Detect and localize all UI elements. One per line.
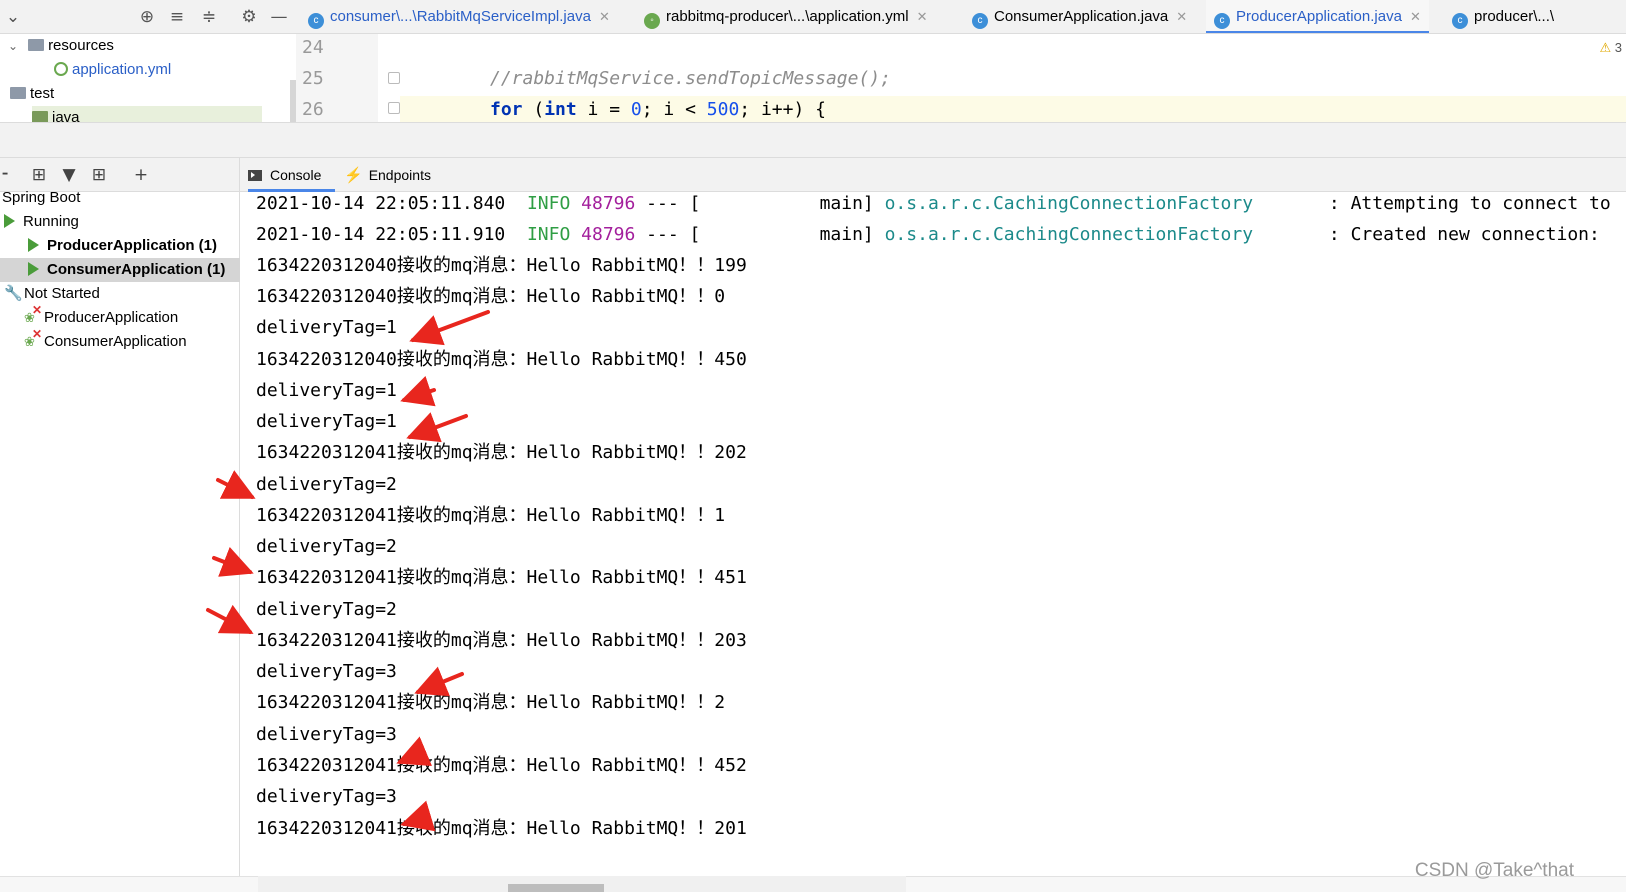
- output-line: 1634220312041接收的mq消息：Hello RabbitMQ！！201: [256, 818, 747, 839]
- collapse-icon[interactable]: ⁃: [0, 164, 16, 186]
- output-line: deliveryTag=2: [256, 599, 397, 620]
- tab-consumer-application[interactable]: c ConsumerApplication.java ✕: [972, 0, 1187, 33]
- output-line: 1634220312040接收的mq消息：Hello RabbitMQ！！0: [256, 286, 726, 307]
- warning-icon: ⚠: [1599, 40, 1612, 55]
- output-line: deliveryTag=1: [256, 411, 397, 432]
- output-line: 1634220312041接收的mq消息：Hello RabbitMQ！！2: [256, 692, 726, 713]
- output-line: 1634220312040接收的mq消息：Hello RabbitMQ！！199: [256, 255, 747, 276]
- play-icon: [4, 214, 15, 228]
- close-icon[interactable]: ✕: [1410, 9, 1421, 24]
- service-consumer-stopped[interactable]: ❀ ✕ ConsumerApplication: [0, 327, 240, 354]
- spring-stopped-icon: ❀ ✕: [24, 327, 43, 349]
- tab-application-yml[interactable]: ◦ rabbitmq-producer\...\application.yml ✕: [644, 0, 928, 33]
- output-line: deliveryTag=1: [256, 380, 397, 401]
- endpoints-icon: ⚡: [344, 167, 363, 184]
- filter-icon[interactable]: ▼: [58, 164, 80, 186]
- watermark: CSDN @Take^that: [1414, 860, 1574, 881]
- project-tree: ⌄ resources application.yml test java: [0, 34, 296, 122]
- play-icon: [28, 238, 39, 252]
- group-by-icon[interactable]: ⊞: [28, 164, 50, 186]
- editor-tab-bar: c consumer\...\RabbitMqServiceImpl.java ✕ …: [296, 0, 1626, 34]
- yml-icon: ◦: [644, 13, 660, 29]
- chevron-down-icon[interactable]: ⌄: [8, 39, 18, 53]
- collapse-all-icon[interactable]: ≑: [198, 6, 220, 28]
- close-icon[interactable]: ✕: [1176, 9, 1187, 24]
- output-line: deliveryTag=3: [256, 786, 397, 807]
- folder-icon: [32, 111, 48, 122]
- expand-all-icon[interactable]: ≡: [166, 6, 188, 28]
- class-icon: c: [1452, 13, 1468, 29]
- project-toolbar: ⌄ ⊕ ≡ ≑ ⚙ —: [0, 0, 296, 34]
- services-running-group[interactable]: Running: [0, 210, 240, 234]
- tree-item-java[interactable]: java: [32, 106, 262, 122]
- folder-icon: [28, 39, 45, 51]
- output-line: deliveryTag=2: [256, 536, 397, 557]
- line-number: 26: [302, 99, 324, 120]
- service-consumer-running[interactable]: ConsumerApplication (1): [0, 258, 240, 282]
- new-service-icon[interactable]: ⊞: [88, 164, 110, 186]
- services-root[interactable]: Spring Boot: [0, 186, 240, 210]
- output-line: deliveryTag=3: [256, 661, 397, 682]
- services-tree: Spring Boot Running ProducerApplication …: [0, 189, 240, 892]
- spring-class-icon: c: [972, 13, 988, 29]
- close-icon[interactable]: ✕: [599, 9, 610, 24]
- gear-icon[interactable]: ⚙: [238, 6, 260, 28]
- spring-class-icon: c: [1214, 13, 1230, 29]
- yml-file-icon: [54, 62, 68, 76]
- tree-item-application-yml[interactable]: application.yml: [54, 58, 171, 82]
- play-icon: [28, 262, 39, 276]
- output-line: 1634220312041接收的mq消息：Hello RabbitMQ！！203: [256, 630, 747, 651]
- scrollbar-thumb[interactable]: [508, 884, 604, 892]
- warning-indicator[interactable]: ⚠ 3: [1599, 40, 1622, 56]
- line-number: 24: [302, 37, 324, 58]
- log-line: 2021-10-14 22:05:11.910 INFO 48796 --- […: [256, 224, 1600, 245]
- output-line: deliveryTag=3: [256, 724, 397, 745]
- tree-item-test[interactable]: test: [10, 82, 54, 106]
- console-icon: [248, 170, 262, 181]
- output-line: 1634220312041接收的mq消息：Hello RabbitMQ！！451: [256, 567, 747, 588]
- tab-rabbitmq-service-impl[interactable]: c consumer\...\RabbitMqServiceImpl.java ✕: [308, 0, 610, 33]
- tab-producer-more[interactable]: c producer\...\: [1452, 0, 1554, 33]
- tab-producer-application[interactable]: c ProducerApplication.java ✕: [1206, 0, 1429, 33]
- code-line-26: for (int i = 0; i < 500; i++) {: [490, 99, 826, 120]
- fold-marker-icon[interactable]: [388, 72, 400, 84]
- add-icon[interactable]: +: [130, 164, 152, 186]
- close-icon[interactable]: ✕: [917, 9, 928, 24]
- locate-icon[interactable]: ⊕: [136, 6, 158, 28]
- log-line: 2021-10-14 22:05:11.840 INFO 48796 --- […: [256, 193, 1611, 214]
- folder-icon: [10, 87, 26, 99]
- console-output[interactable]: 2021-10-14 22:05:11.840 INFO 48796 --- […: [240, 192, 1626, 876]
- service-producer-running[interactable]: ProducerApplication (1): [0, 234, 240, 258]
- panel-divider[interactable]: [0, 122, 1626, 158]
- tree-item-resources[interactable]: ⌄ resources: [8, 34, 114, 58]
- fold-marker-icon[interactable]: [388, 102, 400, 114]
- code-line-25: //rabbitMqService.sendTopicMessage();: [490, 68, 891, 89]
- class-icon: c: [308, 13, 324, 29]
- tab-console[interactable]: Console: [248, 158, 336, 192]
- console-tab-bar: Console ⚡ Endpoints: [240, 158, 1626, 192]
- output-line: 1634220312040接收的mq消息：Hello RabbitMQ！！450: [256, 349, 747, 370]
- wrench-icon: 🔧: [4, 285, 23, 302]
- minimize-icon[interactable]: —: [268, 6, 290, 28]
- output-line: 1634220312041接收的mq消息：Hello RabbitMQ！！1: [256, 505, 726, 526]
- output-line: deliveryTag=2: [256, 474, 397, 495]
- output-line: deliveryTag=1: [256, 317, 397, 338]
- line-number: 25: [302, 68, 324, 89]
- output-line: 1634220312041接收的mq消息：Hello RabbitMQ！！202: [256, 442, 747, 463]
- tab-endpoints[interactable]: ⚡ Endpoints: [344, 158, 431, 192]
- chevron-down-icon[interactable]: ⌄: [2, 6, 24, 28]
- code-editor[interactable]: 24 25 26 //rabbitMqService.sendTopicMess…: [296, 34, 1626, 122]
- output-line: 1634220312041接收的mq消息：Hello RabbitMQ！！452: [256, 755, 747, 776]
